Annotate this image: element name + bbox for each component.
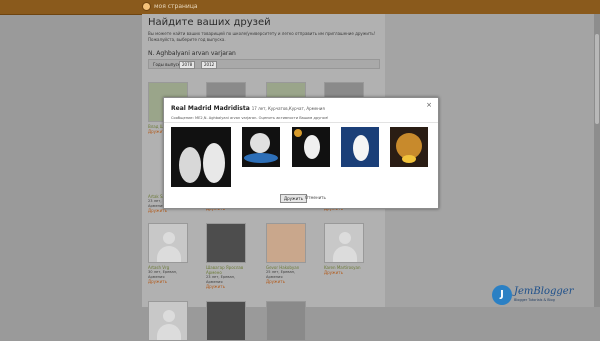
person-photo[interactable] xyxy=(148,223,188,263)
site-logo-icon[interactable] xyxy=(142,2,151,11)
photo-thumbnail[interactable] xyxy=(390,127,428,167)
close-icon[interactable]: × xyxy=(426,101,432,109)
watermark-icon: J xyxy=(492,285,512,305)
year-filter-bar: Годы выпуска 2078 2012 xyxy=(148,59,380,69)
watermark-subtitle: Blogger Tutorials & Blog xyxy=(514,298,555,302)
page-title: Найдите ваших друзей xyxy=(148,17,271,28)
photo-thumbnail[interactable] xyxy=(341,127,379,167)
watermark-logo: J JemBlogger Blogger Tutorials & Blog xyxy=(492,285,600,307)
page-intro: Вы можете найти ваших товарищей по школе… xyxy=(148,31,376,42)
add-friend-button[interactable]: Дружить xyxy=(280,194,307,203)
person-card: Шавагар Ярослав Армено 23 лет, Ереван, А… xyxy=(206,223,248,289)
photo-thumbnail[interactable] xyxy=(292,127,330,167)
person-card: Karen Martirosyan Дружить xyxy=(324,223,366,275)
add-friend-link[interactable]: Дружить xyxy=(266,279,308,284)
dialog-message: Сообщение: ME2,N. Aghbalyani arvan varja… xyxy=(171,116,329,120)
dialog-divider xyxy=(164,122,438,123)
person-info: 30 лет, Ереван, Армения xyxy=(148,270,178,279)
my-page-link[interactable]: моя страница xyxy=(154,3,198,10)
top-bar: моя страница xyxy=(0,0,600,15)
friend-request-dialog: × Real Madrid Madridista 17 лет, Курчато… xyxy=(163,97,439,209)
person-info: 25 лет, Ереван, Армения xyxy=(266,270,296,279)
person-card xyxy=(266,301,308,341)
dialog-user-name[interactable]: Real Madrid Madridista xyxy=(171,105,250,112)
watermark-title: JemBlogger xyxy=(514,286,574,297)
person-card: Gevor Hakobyan 25 лет, Ереван, Армения Д… xyxy=(266,223,308,284)
year-from-select[interactable]: 2078 xyxy=(179,61,196,69)
person-photo[interactable] xyxy=(266,223,306,263)
person-card: Artash Vrg 30 лет, Ереван, Армения Дружи… xyxy=(148,223,190,284)
school-name: N. Aghbalyani arvan varjaran xyxy=(148,50,236,57)
dialog-user-info: 17 лет, Курчатов,Курчат, Армения xyxy=(251,106,325,111)
person-photo[interactable] xyxy=(206,223,246,263)
scrollbar-thumb[interactable] xyxy=(595,34,599,124)
photo-thumbnail[interactable] xyxy=(171,127,231,187)
photo-thumbnail[interactable] xyxy=(242,127,280,167)
page-scrollbar[interactable] xyxy=(594,14,600,307)
person-info: 23 лет, Ереван, Армения xyxy=(206,275,236,284)
person-card xyxy=(206,301,248,341)
add-friend-link[interactable]: Дружить xyxy=(324,270,366,275)
person-photo[interactable] xyxy=(206,301,246,341)
dialog-title: Real Madrid Madridista 17 лет, Курчатов,… xyxy=(171,105,325,112)
cancel-button[interactable]: Отменить xyxy=(305,195,326,200)
person-name[interactable]: Шавагар Ярослав Армено xyxy=(206,265,248,275)
add-friend-link[interactable]: Дружить xyxy=(206,284,248,289)
person-photo[interactable] xyxy=(148,301,188,341)
year-to-select[interactable]: 2012 xyxy=(201,61,218,69)
add-friend-link[interactable]: Дружить xyxy=(148,279,190,284)
person-card xyxy=(148,301,190,341)
person-photo[interactable] xyxy=(324,223,364,263)
person-photo[interactable] xyxy=(266,301,306,341)
